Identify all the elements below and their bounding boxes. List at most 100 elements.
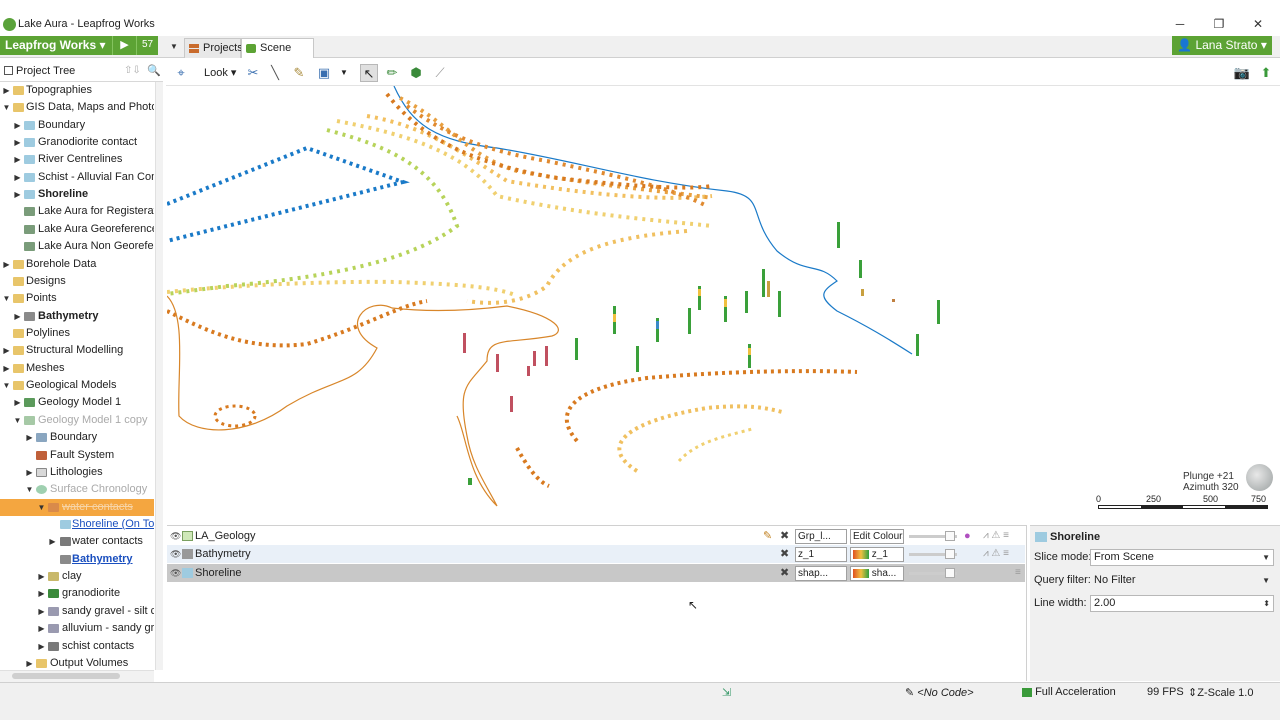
export-icon[interactable]: ⬆ bbox=[1257, 64, 1275, 82]
expand-arrow-icon[interactable]: ▶ bbox=[37, 585, 46, 602]
colour-by-select[interactable]: Grp_l... bbox=[795, 529, 847, 544]
tree-item-water-contacts-selected[interactable]: ▼ water contacts bbox=[0, 499, 154, 516]
play-icon[interactable]: ▶ bbox=[112, 36, 136, 55]
scene-svg[interactable] bbox=[167, 86, 1280, 520]
spinner-icon[interactable]: ⬍ bbox=[1263, 596, 1270, 611]
slider-thumb[interactable] bbox=[945, 531, 955, 541]
sort-icon[interactable]: ⇧⇩ bbox=[124, 65, 141, 76]
eye-icon[interactable]: 👁 bbox=[170, 545, 181, 563]
scene-view-canvas[interactable] bbox=[167, 86, 1280, 520]
row-options-icon[interactable]: ⩘ ⚠ ≡ bbox=[983, 545, 1009, 563]
tree-item-bathymetry-link[interactable]: Bathymetry bbox=[0, 551, 154, 568]
slicer-icon[interactable]: ✂ bbox=[244, 64, 262, 82]
tree-item-schist-alluvial[interactable]: ▶ Schist - Alluvial Fan Conta bbox=[0, 169, 154, 186]
tree-item-points[interactable]: ▼ Points bbox=[0, 290, 154, 307]
tree-item-output-volumes[interactable]: ▶ Output Volumes bbox=[0, 655, 154, 670]
look-dropdown[interactable]: Look ▾ bbox=[204, 66, 236, 79]
tree-item-shoreline-on-top[interactable]: Shoreline (On Top bbox=[0, 516, 154, 533]
colour-gradient-select[interactable]: sha... bbox=[850, 566, 904, 581]
tree-item-sandy-gravel[interactable]: ▶ sandy gravel - silt co bbox=[0, 603, 154, 620]
tree-item-lithologies[interactable]: ▶ Lithologies bbox=[0, 464, 154, 481]
tree-item-schist-contacts[interactable]: ▶ schist contacts bbox=[0, 638, 154, 655]
tree-item-river-centrelines[interactable]: ▶ River Centrelines bbox=[0, 151, 154, 168]
z-scale-status[interactable]: ⇕Z-Scale 1.0 bbox=[1188, 686, 1253, 699]
line-width-input[interactable]: 2.00 ⬍ bbox=[1090, 595, 1274, 612]
expand-arrow-icon[interactable]: ▶ bbox=[37, 603, 46, 620]
layer-row-bathymetry[interactable]: 👁 Bathymetry ✖ z_1 z_1 ⩘ ⚠ ≡ bbox=[167, 545, 1025, 563]
minimize-button[interactable]: ─ bbox=[1170, 16, 1190, 32]
expand-arrow-icon[interactable]: ▶ bbox=[13, 186, 22, 203]
collapse-arrow-icon[interactable]: ▼ bbox=[25, 481, 34, 498]
user-account-button[interactable]: 👤 Lana Strato ▾ bbox=[1172, 36, 1272, 55]
expand-arrow-icon[interactable]: ▶ bbox=[37, 638, 46, 655]
tree-item-meshes[interactable]: ▶ Meshes bbox=[0, 360, 154, 377]
code-status[interactable]: ✎ <No Code> bbox=[905, 686, 974, 699]
expand-arrow-icon[interactable]: ▶ bbox=[13, 308, 22, 325]
tree-item-lake-aura-registration[interactable]: Lake Aura for Registeratio bbox=[0, 203, 154, 220]
tree-scroll-thumb[interactable] bbox=[12, 673, 120, 679]
leapfrog-works-menu-button[interactable]: Leapfrog Works ▾ bbox=[0, 36, 112, 55]
remove-layer-icon[interactable]: ✖ bbox=[780, 564, 789, 582]
expand-arrow-icon[interactable]: ▶ bbox=[2, 342, 11, 359]
camera-icon[interactable]: 📷 bbox=[1233, 64, 1251, 82]
remove-layer-icon[interactable]: ✖ bbox=[780, 527, 789, 545]
tree-item-geology-model-1[interactable]: ▶ Geology Model 1 bbox=[0, 394, 154, 411]
expand-arrow-icon[interactable]: ▶ bbox=[2, 256, 11, 273]
tree-item-gis-data[interactable]: ▼ GIS Data, Maps and Photos bbox=[0, 99, 154, 116]
search-icon[interactable]: 🔍 bbox=[147, 64, 161, 77]
collapse-arrow-icon[interactable]: ▼ bbox=[2, 290, 11, 307]
tree-item-granodiorite-contact[interactable]: ▶ Granodiorite contact bbox=[0, 134, 154, 151]
tree-item-designs[interactable]: Designs bbox=[0, 273, 154, 290]
expand-arrow-icon[interactable]: ▶ bbox=[37, 568, 46, 585]
render-icon[interactable]: ● bbox=[964, 527, 971, 545]
expand-arrow-icon[interactable]: ▶ bbox=[2, 360, 11, 377]
edit-pencil-icon[interactable]: ✎ bbox=[763, 527, 772, 545]
globe-icon[interactable] bbox=[1246, 464, 1273, 491]
remove-layer-icon[interactable]: ✖ bbox=[780, 545, 789, 563]
expand-arrow-icon[interactable]: ▶ bbox=[25, 464, 34, 481]
layer-row-shoreline[interactable]: 👁 Shoreline ✖ shap... sha... ≡ bbox=[167, 564, 1025, 582]
task-count-badge[interactable]: 57 bbox=[136, 36, 158, 55]
expand-arrow-icon[interactable]: ▶ bbox=[48, 533, 57, 550]
maximize-button[interactable]: ❐ bbox=[1209, 16, 1229, 32]
eye-icon[interactable]: 👁 bbox=[170, 527, 181, 545]
tab-scene-view[interactable]: Scene View bbox=[241, 38, 314, 73]
colour-by-select[interactable]: z_1 bbox=[795, 547, 847, 562]
eye-icon[interactable]: 👁 bbox=[170, 564, 181, 582]
tree-item-granodiorite[interactable]: ▶ granodiorite bbox=[0, 585, 154, 602]
colour-gradient-select[interactable]: z_1 bbox=[850, 547, 904, 562]
tree-item-topographies[interactable]: ▶ Topographies bbox=[0, 82, 154, 99]
layer-row-la-geology[interactable]: 👁 LA_Geology ✎ ✖ Grp_l... Edit Colours ●… bbox=[167, 527, 1025, 545]
select-cursor-icon[interactable]: ↖ bbox=[360, 64, 378, 82]
tree-item-bathymetry[interactable]: ▶ Bathymetry bbox=[0, 308, 154, 325]
tree-vertical-scrollbar[interactable] bbox=[155, 82, 163, 670]
expand-arrow-icon[interactable]: ▶ bbox=[13, 151, 22, 168]
collapse-arrow-icon[interactable]: ▼ bbox=[13, 412, 22, 429]
tree-item-geological-models[interactable]: ▼ Geological Models bbox=[0, 377, 154, 394]
expand-arrow-icon[interactable]: ▶ bbox=[37, 620, 46, 637]
tree-item-boundary[interactable]: ▶ Boundary bbox=[0, 117, 154, 134]
close-button[interactable]: ✕ bbox=[1248, 16, 1268, 32]
tree-item-geology-model-1-copy[interactable]: ▼ Geology Model 1 copy bbox=[0, 412, 154, 429]
query-filter-select[interactable]: No Filter ▼ bbox=[1090, 572, 1274, 589]
collapse-arrow-icon[interactable]: ▼ bbox=[37, 499, 46, 516]
expand-arrow-icon[interactable]: ▶ bbox=[13, 134, 22, 151]
polyline-edit-icon[interactable]: ⬢ bbox=[407, 64, 425, 82]
measure-icon[interactable]: ⟋ bbox=[431, 64, 449, 82]
tree-item-surface-chronology[interactable]: ▼ Surface Chronology bbox=[0, 481, 154, 498]
collapse-arrow-icon[interactable]: ▼ bbox=[2, 377, 11, 394]
row-options-icon[interactable]: ≡ bbox=[1015, 564, 1021, 582]
tab-projects[interactable]: Projects bbox=[184, 38, 243, 58]
row-options-icon[interactable]: ⩘ ⚠ ≡ bbox=[983, 527, 1009, 545]
tree-item-lake-aura-georeferenced[interactable]: Lake Aura Georeferenced bbox=[0, 221, 154, 238]
tree-item-shoreline[interactable]: ▶ Shoreline bbox=[0, 186, 154, 203]
expand-arrow-icon[interactable]: ▶ bbox=[13, 394, 22, 411]
expand-arrow-icon[interactable]: ▶ bbox=[13, 117, 22, 134]
tree-item-alluvium[interactable]: ▶ alluvium - sandy grav bbox=[0, 620, 154, 637]
tree-item-water-contacts[interactable]: ▶ water contacts bbox=[0, 533, 154, 550]
edit-colours-button[interactable]: Edit Colours bbox=[850, 529, 904, 544]
ruler-icon[interactable]: ✎ bbox=[290, 64, 308, 82]
tree-item-fault-system[interactable]: Fault System bbox=[0, 447, 154, 464]
slider-thumb[interactable] bbox=[945, 568, 955, 578]
slice-mode-select[interactable]: From Scene ▼ bbox=[1090, 549, 1274, 566]
